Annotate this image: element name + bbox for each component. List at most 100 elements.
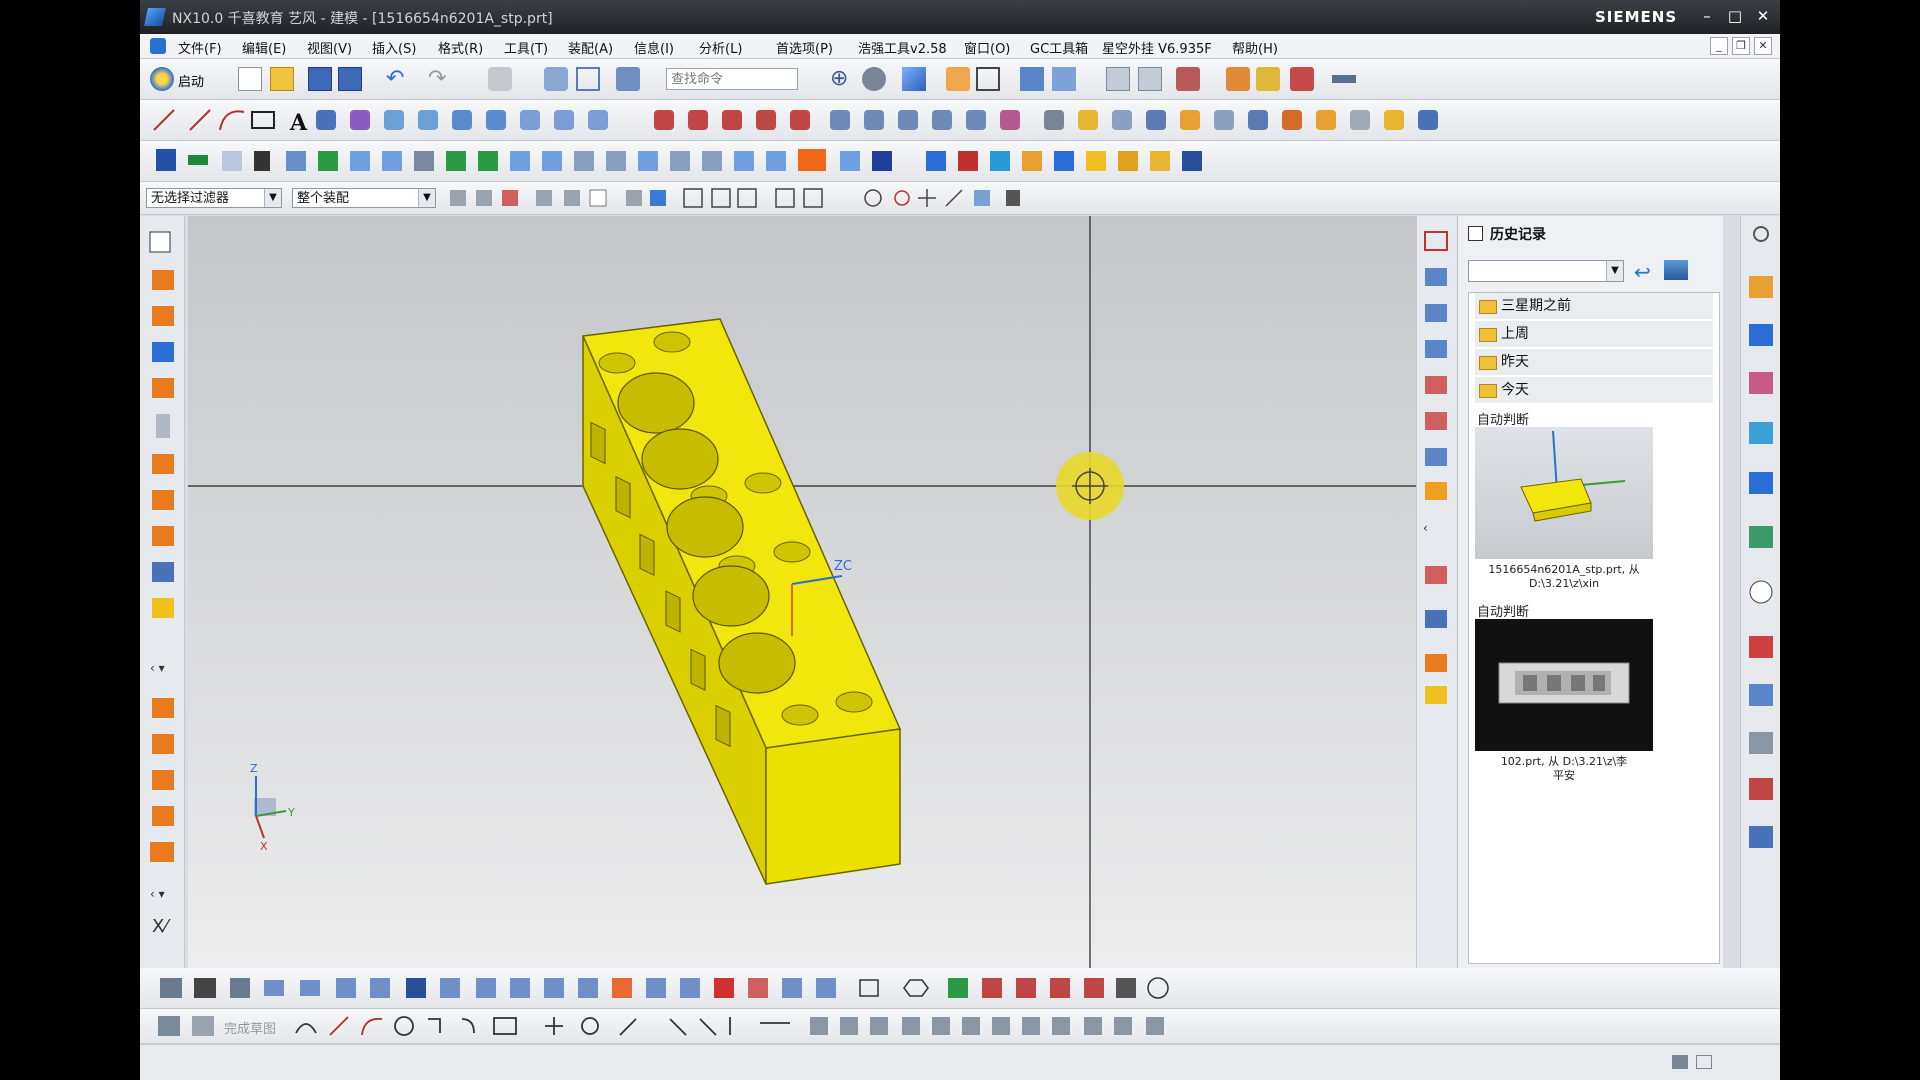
view-icons-strip: ‹ (1416, 216, 1457, 968)
view-icons[interactable]: ‹ (1417, 216, 1457, 968)
doc-close-button[interactable]: ✕ (1754, 37, 1772, 55)
menu-tools[interactable]: 工具(T) (504, 38, 548, 57)
selection-scope-select[interactable]: 整个装配 ▼ (292, 188, 436, 208)
start-button-label[interactable]: 启动 (178, 71, 204, 90)
repeat-command-icon[interactable] (488, 67, 512, 91)
svg-text:‹ ▾: ‹ ▾ (150, 661, 165, 675)
menu-preferences[interactable]: 首选项(P) (776, 38, 833, 57)
sketch-toolbar: 完成草图 (140, 1009, 1780, 1044)
doc-restore-button[interactable]: ❐ (1732, 37, 1750, 55)
part-block (581, 318, 902, 885)
snap-point-icons[interactable] (440, 182, 1740, 214)
transform-icon[interactable] (576, 67, 600, 91)
menu-format[interactable]: 格式(R) (438, 38, 483, 57)
menu-analysis[interactable]: 分析(L) (699, 38, 742, 57)
history-title: 历史记录 (1490, 227, 1546, 243)
history-checkbox[interactable] (1468, 226, 1483, 241)
history-group[interactable]: 昨天 (1475, 349, 1713, 375)
full-screen-icon[interactable] (1672, 1055, 1688, 1069)
nx-logo-icon (144, 8, 166, 26)
minimize-button[interactable]: – (1696, 6, 1718, 26)
render-style-icon[interactable] (862, 67, 886, 91)
finish-sketch-label[interactable]: 完成草图 (224, 1018, 276, 1037)
layer-icon[interactable] (1106, 67, 1130, 91)
menu-haoqiang-tools[interactable]: 浩强工具v2.58 (858, 38, 947, 57)
menu-gc-toolkit[interactable]: GC工具箱 (1030, 38, 1088, 57)
start-icon[interactable] (150, 67, 174, 91)
folder-icon (1479, 300, 1497, 314)
measure-distance-icon[interactable] (1226, 67, 1250, 91)
menu-insert[interactable]: 插入(S) (372, 38, 416, 57)
app-menu-icon[interactable] (150, 38, 166, 54)
view-fit-icon[interactable] (1052, 67, 1076, 91)
ruler-icon[interactable] (1332, 67, 1356, 91)
folder-icon (1479, 356, 1497, 370)
history-group[interactable]: 今天 (1475, 377, 1713, 403)
close-button[interactable]: ✕ (1752, 6, 1774, 26)
menu-help[interactable]: 帮助(H) (1232, 38, 1278, 57)
view-triad: Z Y X (250, 762, 295, 853)
left-feature-bar: ‹ ▾ ‹ ▾ X⁄ (140, 216, 185, 968)
chevron-down-icon: ▼ (1606, 261, 1623, 281)
history-list: 三星期之前 上周 昨天 今天 自动判断 1516654n6201A_stp.pr… (1468, 292, 1720, 964)
history-entry-caption: 102.prt, 从 D:\3.21\z\李 (1500, 755, 1628, 768)
history-filter-select[interactable]: ▼ (1468, 260, 1624, 282)
new-file-icon[interactable] (238, 67, 262, 91)
paint-icon[interactable] (946, 67, 970, 91)
command-finder-icon[interactable] (616, 67, 640, 91)
palette-icon[interactable] (1664, 260, 1688, 280)
left-feature-icons[interactable]: ‹ ▾ ‹ ▾ X⁄ (140, 216, 184, 968)
layer-settings-icon[interactable] (1138, 67, 1162, 91)
utility-toolbar-icons[interactable] (140, 968, 1780, 1008)
resource-bar-icons[interactable] (1741, 216, 1780, 968)
history-group[interactable]: 三星期之前 (1475, 293, 1713, 319)
menu-bar: 文件(F) 编辑(E) 视图(V) 插入(S) 格式(R) 工具(T) 装配(A… (140, 34, 1780, 59)
curve-toolbar-icons[interactable]: A (140, 100, 1780, 140)
shaded-cube-icon[interactable] (902, 67, 926, 91)
graphics-viewport[interactable]: ZC Z Y X (188, 216, 1554, 968)
type-filter-select[interactable]: 无选择过滤器 ▼ (146, 188, 282, 208)
sketch-curve-icons[interactable] (290, 1009, 1690, 1043)
history-thumbnail[interactable] (1475, 427, 1653, 559)
model-view[interactable]: ZC Z Y X (188, 216, 1554, 968)
history-group[interactable]: 上周 (1475, 321, 1713, 347)
maximize-button[interactable]: □ (1724, 6, 1746, 26)
view-orient-icon[interactable] (1020, 67, 1044, 91)
folder-open-icon (1479, 384, 1497, 398)
menu-xingkong-plugin[interactable]: 星空外挂 V6.935F (1102, 38, 1212, 57)
panel-toggle-icon[interactable] (1696, 1055, 1712, 1069)
snap-settings-icon[interactable] (1290, 67, 1314, 91)
command-search-input[interactable]: 查找命令 (666, 68, 798, 90)
undo-icon[interactable]: ↶ (386, 67, 410, 91)
background-icon[interactable] (976, 67, 1000, 91)
history-entry-caption: D:\3.21\z\xin (1528, 577, 1600, 590)
save-icon[interactable] (308, 67, 332, 91)
svg-text:‹ ▾: ‹ ▾ (150, 887, 165, 901)
history-entry-label: 自动判断 (1477, 413, 1530, 428)
edit-parameters-icon[interactable] (544, 67, 568, 91)
svg-text:A: A (289, 110, 308, 136)
selection-bar: 无选择过滤器 ▼ 整个装配 ▼ (140, 182, 1780, 215)
menu-file[interactable]: 文件(F) (178, 38, 222, 57)
back-arrow-icon[interactable]: ↩ (1634, 260, 1651, 284)
open-folder-icon[interactable] (270, 67, 294, 91)
doc-minimize-button[interactable]: _ (1710, 37, 1728, 55)
history-thumbnail[interactable] (1475, 619, 1653, 751)
menu-info[interactable]: 信息(I) (634, 38, 674, 57)
redo-icon[interactable]: ↷ (428, 67, 452, 91)
nx-window: NX10.0 千喜教育 艺风 - 建模 - [1516654n6201A_stp… (140, 0, 1780, 1080)
svg-text:X⁄: X⁄ (152, 916, 171, 937)
title-bar: NX10.0 千喜教育 艺风 - 建模 - [1516654n6201A_stp… (140, 0, 1780, 34)
wcs-icon[interactable] (1176, 67, 1200, 91)
menu-view[interactable]: 视图(V) (307, 38, 352, 57)
status-bar (140, 1044, 1780, 1080)
selection-scope-value: 整个装配 (297, 191, 350, 206)
menu-window[interactable]: 窗口(O) (964, 38, 1010, 57)
snap-icon[interactable]: ⊕ (830, 67, 854, 91)
menu-assembly[interactable]: 装配(A) (568, 38, 613, 57)
menu-edit[interactable]: 编辑(E) (242, 38, 286, 57)
feature-toolbar-icons[interactable] (140, 141, 1780, 181)
measure-angle-icon[interactable] (1256, 67, 1280, 91)
save-as-icon[interactable] (338, 67, 362, 91)
standard-toolbar: 启动 ↶ ↷ 查找命令 ⊕ (140, 59, 1780, 100)
